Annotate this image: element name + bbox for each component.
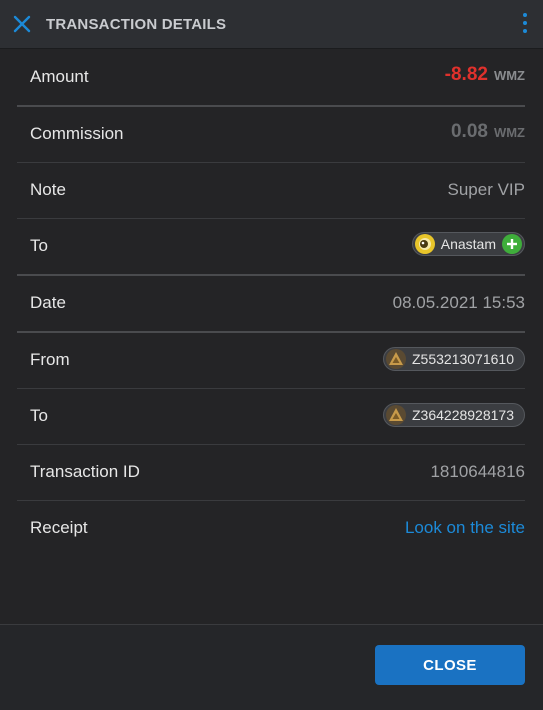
- from-purse-chip[interactable]: Z553213071610: [383, 347, 525, 371]
- dialog-header: TRANSACTION DETAILS: [0, 0, 543, 49]
- note-row: Note Super VIP: [17, 162, 525, 219]
- transaction-id-value: 1810644816: [430, 462, 525, 481]
- amount-label: Amount: [30, 67, 89, 86]
- receipt-link[interactable]: Look on the site: [405, 518, 525, 538]
- wallet-purse-icon: [386, 405, 406, 425]
- date-row: Date 08.05.2021 15:53: [17, 275, 525, 333]
- date-value: 08.05.2021 15:53: [392, 293, 525, 312]
- details-panel: Amount -8.82 WMZ Commission 0.08 WMZ Note …: [0, 49, 543, 624]
- from-label: From: [30, 350, 70, 369]
- transaction-id-label: Transaction ID: [30, 462, 140, 481]
- note-label: Note: [30, 180, 66, 199]
- receipt-row: Receipt Look on the site: [17, 500, 525, 556]
- user-avatar-icon: [414, 234, 435, 254]
- recipient-name: Anastam: [440, 236, 496, 252]
- amount-row: Amount -8.82 WMZ: [17, 49, 525, 107]
- from-row: From Z553213071610: [17, 332, 525, 389]
- kebab-menu-icon[interactable]: [521, 13, 529, 35]
- recipient-chip[interactable]: Anastam: [411, 232, 525, 256]
- commission-row: Commission 0.08 WMZ: [17, 106, 525, 163]
- to-user-label: To: [30, 236, 48, 255]
- close-button[interactable]: CLOSE: [375, 645, 525, 685]
- to-purse-row: To Z364228928173: [17, 388, 525, 445]
- date-label: Date: [30, 293, 66, 312]
- plus-circle-icon[interactable]: [502, 234, 522, 254]
- to-purse-label: To: [30, 406, 48, 425]
- note-value: Super VIP: [447, 180, 526, 199]
- from-purse-number: Z553213071610: [412, 351, 514, 367]
- wallet-purse-icon: [386, 349, 406, 369]
- to-purse-number: Z364228928173: [412, 407, 514, 423]
- commission-value: 0.08 WMZ: [450, 121, 525, 142]
- dialog-footer: CLOSE: [0, 624, 543, 710]
- commission-label: Commission: [30, 124, 124, 143]
- to-purse-chip[interactable]: Z364228928173: [383, 403, 525, 427]
- to-user-row: To Anastam: [17, 218, 525, 276]
- receipt-label: Receipt: [30, 518, 88, 537]
- dialog-title: TRANSACTION DETAILS: [46, 16, 227, 33]
- transaction-id-row: Transaction ID 1810644816: [17, 444, 525, 501]
- amount-value: -8.82 WMZ: [444, 64, 525, 85]
- close-icon[interactable]: [12, 14, 32, 34]
